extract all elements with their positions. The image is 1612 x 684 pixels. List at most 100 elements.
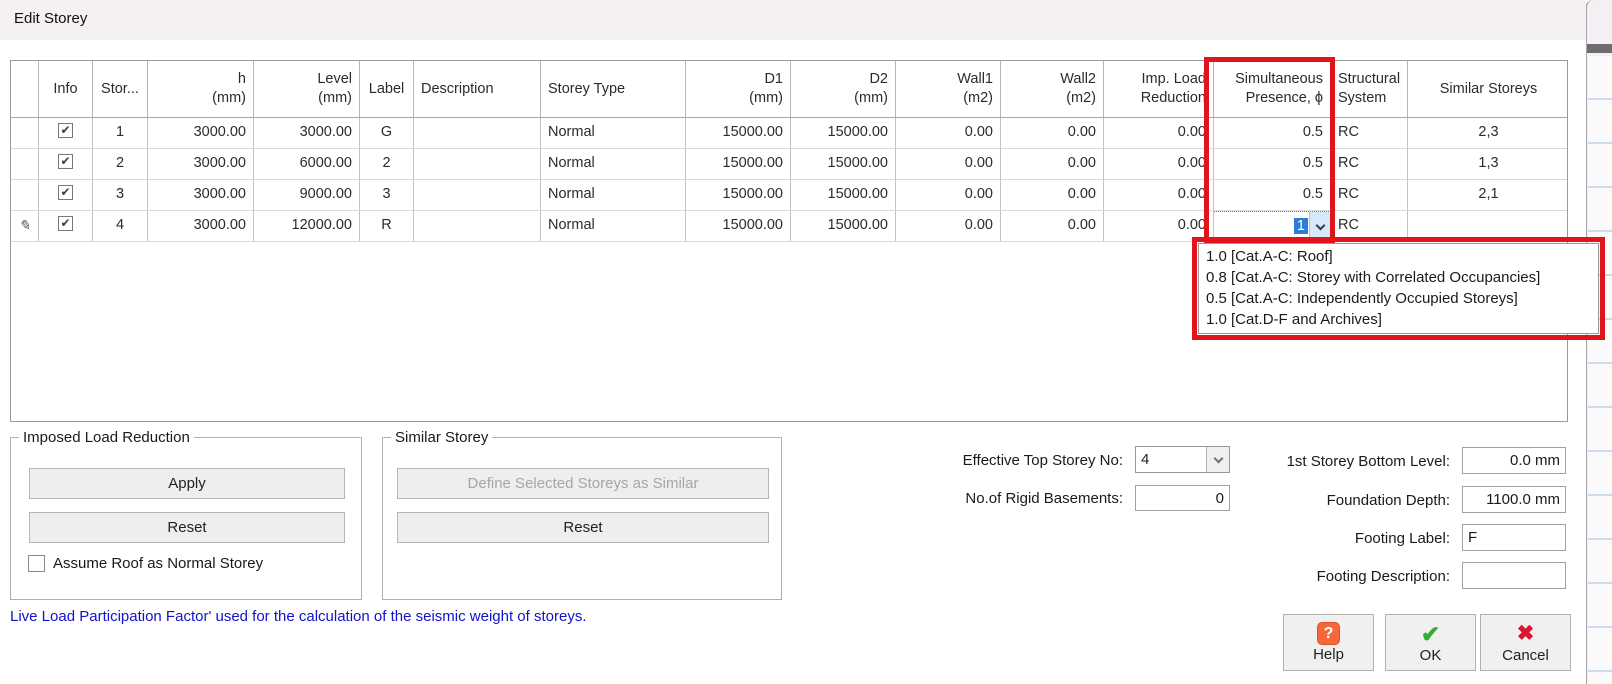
column-header-similar-storeys[interactable]: Similar Storeys	[1408, 61, 1569, 117]
cell-imp-load-reduction[interactable]: 0.00	[1104, 180, 1214, 210]
footing-description-input[interactable]	[1462, 562, 1566, 589]
cancel-button[interactable]: ✖ Cancel	[1480, 614, 1571, 671]
cell-label[interactable]: 3	[360, 180, 414, 210]
column-header-level[interactable]: Level (mm)	[254, 61, 360, 117]
cell-info[interactable]: ✔	[39, 149, 93, 179]
row-indicator[interactable]	[11, 180, 39, 210]
column-header-storey-no[interactable]: Stor...	[93, 61, 148, 117]
column-header-imp-load-reduction[interactable]: Imp. Load Reduction	[1104, 61, 1214, 117]
column-header-row-indicator[interactable]	[11, 61, 39, 117]
cell-d2[interactable]: 15000.00	[791, 211, 896, 241]
cell-d2[interactable]: 15000.00	[791, 118, 896, 148]
info-checkbox[interactable]: ✔	[58, 123, 73, 138]
cell-level[interactable]: 9000.00	[254, 180, 360, 210]
cell-h[interactable]: 3000.00	[148, 211, 254, 241]
combo-dropdown-button[interactable]	[1206, 447, 1229, 472]
cell-imp-load-reduction[interactable]: 0.00	[1104, 211, 1214, 241]
cell-storey-type[interactable]: Normal	[541, 180, 686, 210]
cell-wall1[interactable]: 0.00	[896, 211, 1001, 241]
cell-description[interactable]	[414, 149, 541, 179]
cell-similar-storeys[interactable]: 2,1	[1408, 180, 1569, 210]
info-checkbox[interactable]: ✔	[58, 216, 73, 231]
cell-label[interactable]: R	[360, 211, 414, 241]
presence-combo-cell[interactable]: 1	[1214, 211, 1331, 241]
foundation-depth-input[interactable]	[1462, 486, 1566, 513]
dropdown-option[interactable]: 1.0 [Cat.A-C: Roof]	[1199, 246, 1598, 267]
cell-description[interactable]	[414, 211, 541, 241]
cell-info[interactable]: ✔	[39, 118, 93, 148]
assume-roof-checkbox[interactable]	[28, 555, 45, 572]
column-header-wall2[interactable]: Wall2 (m2)	[1001, 61, 1104, 117]
cell-description[interactable]	[414, 180, 541, 210]
cell-similar-storeys[interactable]: 1,3	[1408, 149, 1569, 179]
column-header-label[interactable]: Label	[360, 61, 414, 117]
row-indicator[interactable]	[11, 118, 39, 148]
cell-structural-system[interactable]: RC	[1331, 149, 1408, 179]
cell-wall2[interactable]: 0.00	[1001, 180, 1104, 210]
effective-top-storey-combo[interactable]: 4	[1135, 446, 1230, 473]
cell-d1[interactable]: 15000.00	[686, 118, 791, 148]
cell-storey-no[interactable]: 2	[93, 149, 148, 179]
cell-imp-load-reduction[interactable]: 0.00	[1104, 149, 1214, 179]
cell-level[interactable]: 3000.00	[254, 118, 360, 148]
cell-h[interactable]: 3000.00	[148, 180, 254, 210]
dropdown-option[interactable]: 1.0 [Cat.D-F and Archives]	[1199, 309, 1598, 330]
footing-label-input[interactable]	[1462, 524, 1566, 551]
cell-sim-presence[interactable]: 0.5	[1214, 149, 1331, 179]
cell-d1[interactable]: 15000.00	[686, 149, 791, 179]
bottom-level-input[interactable]	[1462, 447, 1566, 474]
cell-d2[interactable]: 15000.00	[791, 149, 896, 179]
cell-structural-system[interactable]: RC	[1331, 211, 1408, 241]
cell-storey-type[interactable]: Normal	[541, 149, 686, 179]
dropdown-option[interactable]: 0.5 [Cat.A-C: Independently Occupied Sto…	[1199, 288, 1598, 309]
imposed-reset-button[interactable]: Reset	[29, 512, 345, 543]
cell-info[interactable]: ✔	[39, 211, 93, 241]
cell-d2[interactable]: 15000.00	[791, 180, 896, 210]
column-header-wall1[interactable]: Wall1 (m2)	[896, 61, 1001, 117]
column-header-storey-type[interactable]: Storey Type	[541, 61, 686, 117]
row-indicator[interactable]: ✎	[11, 211, 39, 241]
define-similar-button[interactable]: Define Selected Storeys as Similar	[397, 468, 769, 499]
presence-combo-value[interactable]: 1	[1214, 212, 1309, 241]
column-header-d1[interactable]: D1 (mm)	[686, 61, 791, 117]
cell-sim-presence[interactable]: 0.5	[1214, 118, 1331, 148]
cell-wall1[interactable]: 0.00	[896, 180, 1001, 210]
cell-h[interactable]: 3000.00	[148, 149, 254, 179]
column-header-sim-presence[interactable]: Simultaneous Presence, ϕ	[1214, 61, 1331, 117]
presence-combo-dropdown-button[interactable]	[1309, 212, 1330, 241]
cell-storey-type[interactable]: Normal	[541, 118, 686, 148]
ok-button[interactable]: ✔ OK	[1385, 614, 1476, 671]
cell-h[interactable]: 3000.00	[148, 118, 254, 148]
dropdown-option[interactable]: 0.8 [Cat.A-C: Storey with Correlated Occ…	[1199, 267, 1598, 288]
cell-level[interactable]: 6000.00	[254, 149, 360, 179]
cell-wall2[interactable]: 0.00	[1001, 211, 1104, 241]
cell-similar-storeys[interactable]: 2,3	[1408, 118, 1569, 148]
column-header-structural-system[interactable]: Structural System	[1331, 61, 1408, 117]
cell-wall1[interactable]: 0.00	[896, 118, 1001, 148]
cell-storey-no[interactable]: 4	[93, 211, 148, 241]
cell-storey-type[interactable]: Normal	[541, 211, 686, 241]
help-button[interactable]: ? Help	[1283, 614, 1374, 671]
cell-wall2[interactable]: 0.00	[1001, 149, 1104, 179]
row-indicator[interactable]	[11, 149, 39, 179]
column-header-info[interactable]: Info	[39, 61, 93, 117]
cell-imp-load-reduction[interactable]: 0.00	[1104, 118, 1214, 148]
cell-wall1[interactable]: 0.00	[896, 149, 1001, 179]
info-checkbox[interactable]: ✔	[58, 154, 73, 169]
column-header-description[interactable]: Description	[414, 61, 541, 117]
info-checkbox[interactable]: ✔	[58, 185, 73, 200]
column-header-h[interactable]: h (mm)	[148, 61, 254, 117]
cell-label[interactable]: G	[360, 118, 414, 148]
cell-similar-storeys[interactable]	[1408, 211, 1569, 241]
cell-storey-no[interactable]: 3	[93, 180, 148, 210]
cell-sim-presence[interactable]: 0.5	[1214, 180, 1331, 210]
cell-storey-no[interactable]: 1	[93, 118, 148, 148]
cell-level[interactable]: 12000.00	[254, 211, 360, 241]
cell-d1[interactable]: 15000.00	[686, 211, 791, 241]
similar-reset-button[interactable]: Reset	[397, 512, 769, 543]
column-header-d2[interactable]: D2 (mm)	[791, 61, 896, 117]
cell-structural-system[interactable]: RC	[1331, 180, 1408, 210]
cell-label[interactable]: 2	[360, 149, 414, 179]
cell-info[interactable]: ✔	[39, 180, 93, 210]
cell-d1[interactable]: 15000.00	[686, 180, 791, 210]
